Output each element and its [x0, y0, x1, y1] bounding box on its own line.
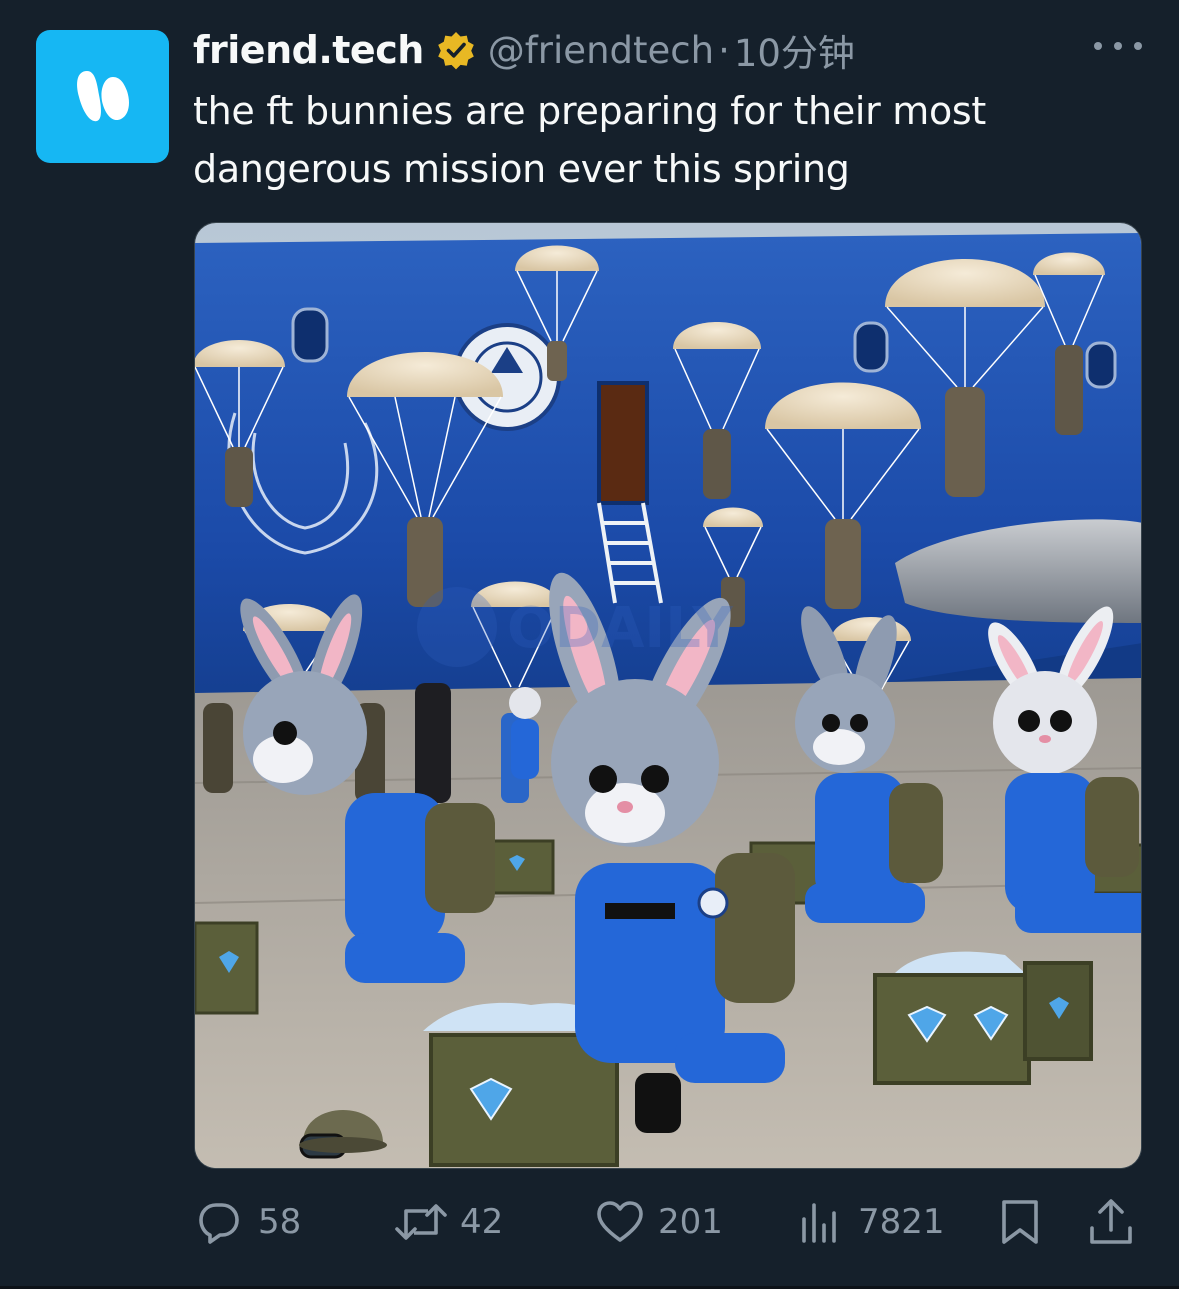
tweet-media-image[interactable]: ODAILY: [194, 222, 1142, 1169]
more-dot: [1134, 42, 1142, 50]
odaily-watermark: ODAILY: [417, 587, 734, 667]
media-illustration: ODAILY: [195, 223, 1141, 1168]
retweet-icon: [395, 1204, 447, 1240]
verified-badge-icon[interactable]: [436, 30, 476, 70]
tweet-timestamp[interactable]: 10分钟: [734, 23, 855, 77]
tweet-text-line-1: the ft bunnies are preparing for their m…: [193, 89, 987, 133]
share-icon: [1090, 1199, 1132, 1244]
tweet-text-line-2: dangerous mission ever this spring: [193, 147, 850, 191]
share-button[interactable]: [1088, 1190, 1134, 1254]
plane-door: [597, 381, 649, 505]
like-button[interactable]: 201: [596, 1190, 723, 1254]
avatar[interactable]: [36, 30, 169, 163]
bunny-small-back: [509, 687, 541, 779]
retweet-button[interactable]: 42: [394, 1190, 503, 1254]
heart-icon: [597, 1201, 643, 1242]
author-display-name[interactable]: friend.tech: [193, 28, 424, 72]
more-dot: [1114, 42, 1122, 50]
view-count: 7821: [858, 1202, 945, 1242]
more-options-button[interactable]: [1094, 34, 1142, 58]
tweet[interactable]: friend.tech @friendtech · 10分钟 the ft bu…: [0, 0, 1179, 1289]
tweet-text: the ft bunnies are preparing for their m…: [193, 82, 1093, 198]
reply-count: 58: [258, 1202, 302, 1242]
views-chart-icon: [802, 1203, 836, 1243]
more-horizontal-icon: [1094, 42, 1102, 50]
views-button[interactable]: 7821: [800, 1190, 945, 1254]
tweet-header: friend.tech @friendtech · 10分钟: [193, 22, 855, 78]
reply-button[interactable]: 58: [196, 1190, 301, 1254]
like-count: 201: [658, 1202, 723, 1242]
tweet-actions: 58 42 201 7821: [0, 1190, 1179, 1254]
watermark-text: ODAILY: [507, 596, 734, 661]
header-separator: ·: [718, 28, 730, 72]
retweet-count: 42: [460, 1202, 504, 1242]
author-handle[interactable]: @friendtech: [488, 29, 714, 72]
reply-icon: [199, 1203, 239, 1244]
bookmark-icon: [1002, 1200, 1038, 1244]
friendtech-logo-icon: [76, 70, 129, 121]
bookmark-button[interactable]: [1000, 1190, 1040, 1254]
